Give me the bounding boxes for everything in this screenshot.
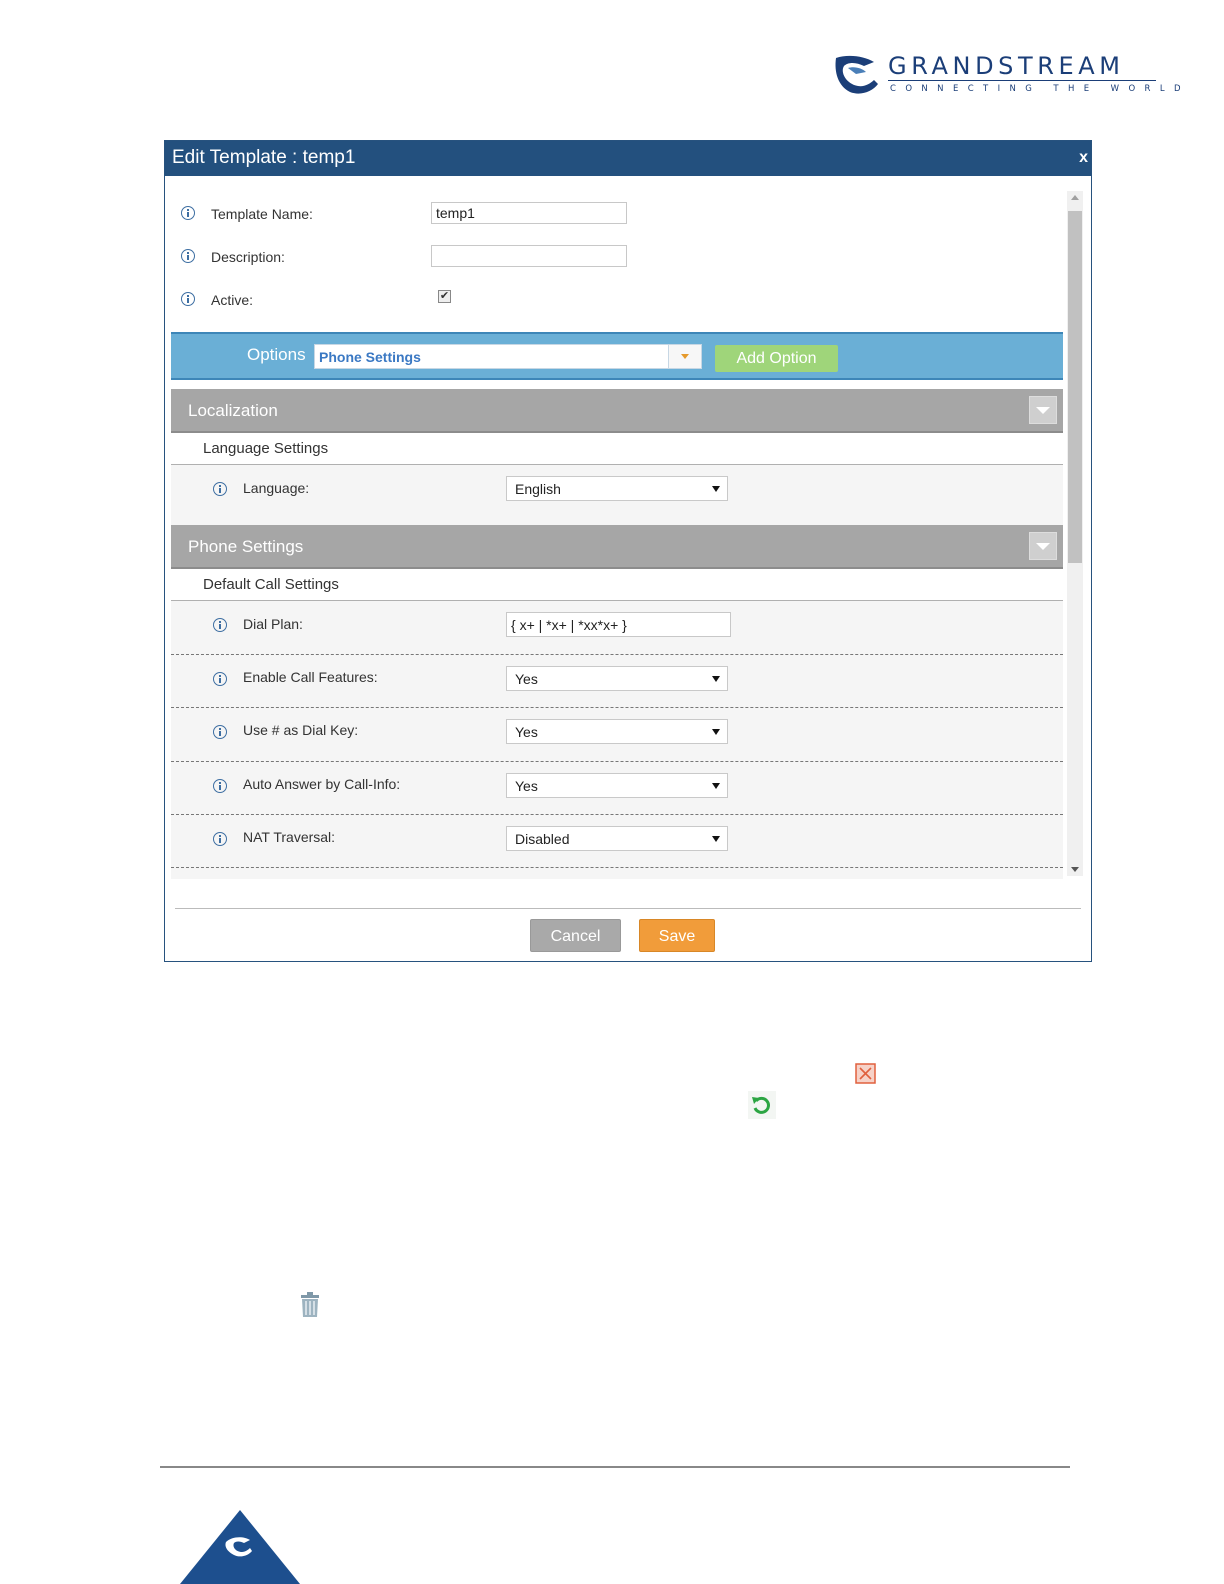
language-select-value: English: [515, 481, 561, 497]
page-footer-rule: [160, 1466, 1070, 1468]
row-partial: [171, 868, 1063, 879]
options-selected-value: Phone Settings: [319, 349, 421, 365]
scrollbar-thumb[interactable]: [1068, 211, 1082, 563]
info-icon[interactable]: [213, 672, 227, 686]
add-option-button[interactable]: Add Option: [715, 345, 838, 372]
cancel-button[interactable]: Cancel: [530, 919, 621, 952]
brand-underline: [888, 80, 1156, 81]
scroll-up-icon[interactable]: [1071, 195, 1079, 200]
dialog-content: Template Name: Description: Active: ✔ Op…: [171, 187, 1063, 879]
dial-plan-label: Dial Plan:: [243, 616, 303, 632]
info-icon[interactable]: [213, 725, 227, 739]
language-select[interactable]: English: [506, 476, 728, 501]
auto-answer-label: Auto Answer by Call-Info:: [243, 776, 401, 792]
select-value: Yes: [515, 778, 538, 794]
info-icon[interactable]: [213, 832, 227, 846]
info-icon[interactable]: [213, 618, 227, 632]
collapse-toggle-icon[interactable]: [1029, 396, 1057, 424]
section-title: Localization: [188, 401, 278, 420]
close-box-icon: [855, 1063, 876, 1084]
use-hash-dial-key-label: Use # as Dial Key:: [243, 722, 359, 738]
dial-plan-input[interactable]: [506, 612, 731, 637]
template-name-input[interactable]: [431, 202, 627, 224]
auto-answer-select[interactable]: Yes: [506, 773, 728, 798]
save-button[interactable]: Save: [639, 919, 715, 952]
subsection-title: Language Settings: [203, 440, 329, 457]
reset-icon: [748, 1091, 776, 1119]
enable-call-features-label: Enable Call Features:: [243, 669, 378, 685]
caret-down-icon: [712, 486, 720, 492]
template-name-label: Template Name:: [211, 206, 313, 222]
section-localization[interactable]: Localization: [171, 389, 1063, 433]
subsection-title: Default Call Settings: [203, 576, 339, 593]
enable-call-features-select[interactable]: Yes: [506, 666, 728, 691]
section-title: Phone Settings: [188, 537, 304, 556]
chevron-down-icon[interactable]: [668, 345, 701, 368]
options-label: Options: [247, 345, 306, 364]
select-value: Yes: [515, 671, 538, 687]
options-bar: Options Phone Settings Add Option: [171, 332, 1063, 380]
options-select[interactable]: Phone Settings: [314, 344, 702, 369]
nat-traversal-label: NAT Traversal:: [243, 829, 336, 845]
active-label: Active:: [211, 292, 254, 308]
edit-template-dialog: Edit Template : temp1 x Template Name: D…: [164, 140, 1092, 962]
select-value: Disabled: [515, 831, 570, 847]
info-icon[interactable]: [181, 292, 195, 306]
select-value: Yes: [515, 724, 538, 740]
subsection-language-settings: Language Settings: [171, 433, 1063, 465]
caret-down-icon: [712, 836, 720, 842]
close-icon[interactable]: x: [1079, 149, 1088, 167]
trash-icon: [301, 1292, 319, 1317]
row-use-hash-dial-key: Use # as Dial Key: Yes: [171, 708, 1063, 762]
caret-down-icon: [712, 729, 720, 735]
info-icon[interactable]: [181, 249, 195, 263]
dialog-scrollbar[interactable]: [1067, 191, 1083, 876]
subsection-default-call-settings: Default Call Settings: [171, 569, 1063, 601]
info-icon[interactable]: [213, 482, 227, 496]
caret-down-icon: [712, 783, 720, 789]
row-enable-call-features: Enable Call Features: Yes: [171, 655, 1063, 708]
active-checkbox[interactable]: ✔: [438, 290, 451, 303]
nat-traversal-select[interactable]: Disabled: [506, 826, 728, 851]
grandstream-logo-icon: [835, 55, 878, 94]
brand-tagline: CONNECTING THE WORLD: [890, 84, 1190, 94]
grandstream-footer-logo-icon: [180, 1510, 300, 1584]
grandstream-logo: GRANDSTREAM CONNECTING THE WORLD: [834, 52, 1181, 98]
description-label: Description:: [211, 249, 285, 265]
description-input[interactable]: [431, 245, 627, 267]
row-dial-plan: Dial Plan:: [171, 601, 1063, 655]
use-hash-dial-key-select[interactable]: Yes: [506, 719, 728, 744]
dialog-footer-divider: [175, 908, 1081, 909]
row-language: Language: English: [171, 465, 1063, 525]
dialog-title: Edit Template : temp1: [172, 147, 356, 168]
language-label: Language:: [243, 480, 310, 496]
row-auto-answer: Auto Answer by Call-Info: Yes: [171, 762, 1063, 815]
row-nat-traversal: NAT Traversal: Disabled: [171, 815, 1063, 868]
section-phone-settings[interactable]: Phone Settings: [171, 525, 1063, 569]
scroll-down-icon[interactable]: [1071, 867, 1079, 872]
brand-name: GRANDSTREAM: [888, 52, 1125, 80]
info-icon[interactable]: [213, 779, 227, 793]
collapse-toggle-icon[interactable]: [1029, 532, 1057, 560]
info-icon[interactable]: [181, 206, 195, 220]
caret-down-icon: [712, 676, 720, 682]
dialog-title-bar: Edit Template : temp1 x: [165, 141, 1091, 176]
